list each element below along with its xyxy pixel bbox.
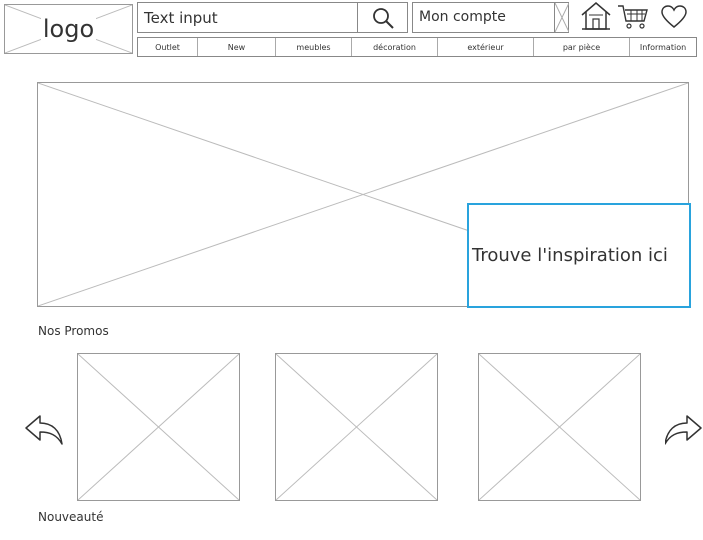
nav-item-information[interactable]: Information [630,38,696,56]
search-button[interactable] [358,2,408,33]
search-input[interactable]: Text input [137,2,358,33]
promos-heading: Nos Promos [38,324,109,338]
nav-item-meubles[interactable]: meubles [276,38,352,56]
promo-card[interactable] [77,353,240,501]
nav-item-exterieur[interactable]: extérieur [438,38,534,56]
category-nav: Outlet New meubles décoration extérieur … [137,37,697,57]
nav-item-par-piece[interactable]: par pièce [534,38,630,56]
promo-placeholder-image [479,354,640,500]
hero-callout[interactable]: Trouve l'inspiration ici [467,203,691,308]
nav-item-outlet[interactable]: Outlet [138,38,198,56]
home-icon[interactable] [580,1,612,31]
heart-icon[interactable] [660,4,688,30]
search-icon [372,7,394,29]
nav-item-new[interactable]: New [198,38,276,56]
logo[interactable]: logo [4,4,133,54]
cart-icon[interactable] [617,3,649,31]
promo-placeholder-image [276,354,437,500]
account-dropdown[interactable]: Mon compte [412,2,570,33]
logo-text: logo [40,15,97,43]
nav-item-decoration[interactable]: décoration [352,38,438,56]
promo-card[interactable] [275,353,438,501]
promo-card[interactable] [478,353,641,501]
account-label: Mon compte [419,9,506,25]
arrow-left-icon[interactable] [24,413,64,447]
promo-placeholder-image [78,354,239,500]
hero-callout-text: Trouve l'inspiration ici [472,245,668,266]
arrow-right-icon[interactable] [665,413,703,447]
nouveaute-heading: Nouveauté [38,510,104,524]
chevron-down-icon[interactable] [554,2,570,33]
